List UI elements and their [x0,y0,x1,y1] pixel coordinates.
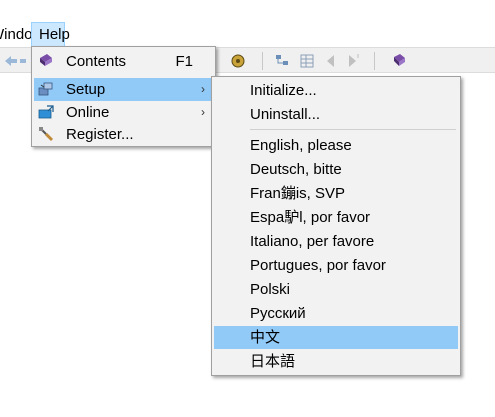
menu-item-espanol[interactable]: Espa馿l, por favor [214,206,458,229]
menu-item-japanese[interactable]: 日本語 [214,350,458,373]
toolbar-separator [262,52,263,70]
menu-item-label: 中文 [250,329,281,346]
help-menu: Contents F1 Setup › Online › Register... [31,46,216,147]
previous-icon[interactable] [322,52,340,70]
menu-item-label: Italiano, per favore [250,233,375,250]
gear-icon[interactable] [229,52,247,70]
menu-item-label: Deutsch, bitte [250,161,342,178]
menu-item-label: Contents [66,53,127,70]
menu-item-italiano[interactable]: Italiano, per favore [214,230,458,253]
menu-item-label: Initialize... [250,82,317,99]
structure-icon[interactable] [274,52,292,70]
menu-item-contents[interactable]: Contents F1 [34,50,213,73]
menu-item-francais[interactable]: Fran鏰is, SVP [214,182,458,205]
menu-item-russian[interactable]: Русский [214,302,458,325]
menubar-help[interactable]: Help [31,22,70,47]
menubar: Window Help [0,22,495,47]
menu-item-label: Register... [66,126,134,143]
menu-item-register[interactable]: Register... [34,123,213,146]
menu-item-online[interactable]: Online › [34,101,213,124]
menu-item-deutsch[interactable]: Deutsch, bitte [214,158,458,181]
book-icon [40,54,52,66]
menu-item-setup[interactable]: Setup › [34,78,213,101]
shortcut-label: F1 [175,53,193,70]
next-icon[interactable] [344,52,362,70]
submenu-arrow-icon: › [201,82,205,96]
book-icon[interactable] [390,52,408,70]
menu-item-label: Русский [250,305,306,322]
menu-item-uninstall[interactable]: Uninstall... [214,103,458,126]
menu-item-polski[interactable]: Polski [214,278,458,301]
menu-item-label: Setup [66,81,106,98]
table-icon[interactable] [298,52,316,70]
menu-item-label: Portugues, por favor [250,257,386,274]
setup-submenu: Initialize... Uninstall... English, plea… [211,76,461,376]
online-icon [38,105,54,119]
menu-separator [250,129,456,130]
menu-item-label: Uninstall... [250,106,321,123]
menu-item-label: Polski [250,281,291,298]
submenu-arrow-icon: › [201,105,205,119]
menu-item-label: 日本語 [250,353,296,370]
menu-item-label: English, please [250,137,352,154]
menu-item-label: Online [66,104,110,121]
register-icon [39,127,54,142]
menu-item-label: Espa馿l, por favor [250,209,371,226]
toolbar-separator [374,52,375,70]
menu-item-chinese[interactable]: 中文 [214,326,458,349]
app-window: Window Help [0,0,495,417]
menu-item-english[interactable]: English, please [214,134,458,157]
menu-item-initialize[interactable]: Initialize... [214,79,458,102]
menu-item-portugues[interactable]: Portugues, por favor [214,254,458,277]
menu-item-label: Fran鏰is, SVP [250,185,346,202]
setup-icon [38,82,53,96]
